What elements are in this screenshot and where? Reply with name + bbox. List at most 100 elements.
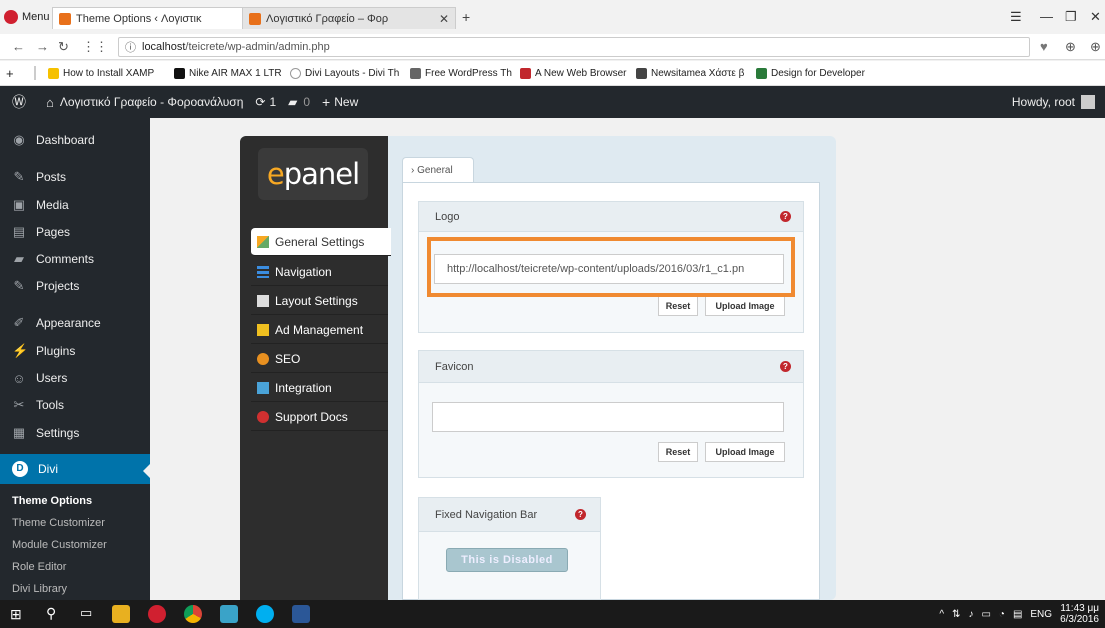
bookmark-item[interactable]: A New Web Browser — [520, 67, 628, 79]
epanel-nav-ad-management[interactable]: Ad Management — [251, 316, 388, 344]
close-tab-icon[interactable]: ✕ — [439, 12, 449, 26]
support-icon — [257, 410, 269, 423]
sidebar-item-posts[interactable]: ✎ Posts — [0, 163, 150, 191]
sidebar-item-pages[interactable]: ▤ Pages — [0, 218, 150, 246]
bookmark-item[interactable]: Design for Developer — [756, 67, 876, 79]
pin-icon: ✎ — [13, 278, 25, 293]
windows-start-icon[interactable]: ⊞ — [10, 606, 22, 623]
bookmarks-bar: + How to Install XAMP Nike AIR MAX 1 LTR… — [0, 61, 1105, 86]
bookmark-item[interactable]: Free WordPress Then — [410, 67, 512, 79]
clock[interactable]: 11:43 μμ 6/3/2016 — [1060, 603, 1099, 625]
sidebar-item-appearance[interactable]: ✐ Appearance — [0, 309, 150, 337]
sidebar-item-users[interactable]: ☺ Users — [0, 364, 150, 392]
submenu-theme-options[interactable]: Theme Options — [0, 490, 150, 512]
submenu-theme-customizer[interactable]: Theme Customizer — [0, 512, 150, 534]
download-icon[interactable]: ⊕ — [1065, 39, 1076, 55]
epanel-nav-navigation[interactable]: Navigation — [251, 258, 388, 286]
submenu-module-customizer[interactable]: Module Customizer — [0, 534, 150, 556]
new-tab-button[interactable]: + — [462, 9, 470, 25]
tools-icon — [257, 235, 269, 248]
clock-date: 6/3/2016 — [1060, 614, 1099, 625]
wordpress-logo-icon[interactable]: Ⓦ — [12, 92, 26, 112]
epanel-nav-general-settings[interactable]: General Settings — [251, 228, 391, 256]
sidebar-item-tools[interactable]: ✂ Tools — [0, 391, 150, 419]
site-info-icon[interactable]: ⓘ — [125, 39, 136, 55]
howdy-user-link[interactable]: Howdy, root — [1012, 95, 1075, 109]
sidebar-item-plugins[interactable]: ⚡ Plugins — [0, 337, 150, 365]
logo-reset-button[interactable]: Reset — [658, 296, 698, 316]
wrench-icon: ✂ — [13, 397, 25, 412]
back-icon[interactable]: ← — [12, 39, 25, 54]
extension-icon[interactable]: ⊕ — [1090, 39, 1101, 55]
browser-menu-button[interactable]: Menu — [4, 8, 50, 26]
fixed-nav-toggle-button[interactable]: This is Disabled — [446, 548, 568, 572]
sidebar-item-comments[interactable]: ▰ Comments — [0, 245, 150, 273]
close-window-icon[interactable]: ✕ — [1090, 9, 1101, 25]
sidebar-item-dashboard[interactable]: ◉ Dashboard — [0, 126, 150, 154]
notification-icon[interactable]: ▤ — [1013, 609, 1022, 620]
submenu-role-editor[interactable]: Role Editor — [0, 556, 150, 578]
logo-upload-button[interactable]: Upload Image — [705, 296, 785, 316]
home-icon[interactable]: ⌂ — [46, 95, 54, 110]
chevron-up-icon[interactable]: ^ — [939, 609, 944, 620]
forward-icon[interactable]: → — [36, 39, 49, 54]
sidebar-item-divi[interactable]: D Divi — [0, 454, 150, 484]
chrome-icon[interactable] — [184, 605, 202, 623]
speed-dial-icon[interactable]: ⋮⋮ — [82, 39, 108, 55]
site-name-link[interactable]: Λογιστικό Γραφείο - Φοροανάλυση — [60, 95, 244, 109]
maximize-icon[interactable]: ❐ — [1065, 9, 1077, 25]
battery-icon[interactable]: ▭ — [981, 609, 990, 620]
bookmark-item[interactable]: Newsitamea Χάστε β — [636, 67, 748, 79]
epanel-nav-seo[interactable]: SEO — [251, 345, 388, 373]
minimize-icon[interactable]: — — [1040, 9, 1053, 24]
favicon-url-input[interactable] — [432, 402, 784, 432]
opera-icon[interactable] — [148, 605, 166, 623]
epanel-logo: e panel — [258, 148, 368, 200]
new-content-link[interactable]: New — [334, 95, 358, 109]
favicon-reset-button[interactable]: Reset — [658, 442, 698, 462]
plus-icon[interactable]: + — [322, 94, 330, 110]
tab-site[interactable]: Λογιστικό Γραφείο – Φορ ✕ — [242, 7, 456, 29]
media-icon: ▣ — [12, 197, 26, 212]
brush-icon: ✐ — [13, 315, 25, 330]
comments-icon[interactable]: ▰ — [288, 95, 297, 109]
bookmark-item[interactable]: Nike AIR MAX 1 LTR — [174, 67, 282, 79]
sidebar-item-settings[interactable]: ▦ Settings — [0, 419, 150, 447]
help-icon[interactable]: ? — [780, 211, 791, 222]
layout-icon — [257, 294, 269, 307]
help-icon[interactable]: ? — [780, 361, 791, 372]
network-icon[interactable]: ⇅ — [952, 609, 960, 620]
system-tray: ^ ⇅ ♪ ▭ ◔ ▤ ENG 11:43 μμ 6/3/2016 — [939, 603, 1099, 625]
epanel-nav-support-docs[interactable]: Support Docs — [251, 403, 388, 431]
wp-admin-bar: Ⓦ ⌂ Λογιστικό Γραφείο - Φοροανάλυση ⟳ 1 … — [0, 86, 1105, 118]
volume-icon[interactable]: ♪ — [968, 609, 973, 620]
submenu-divi-library[interactable]: Divi Library — [0, 578, 150, 600]
updates-icon[interactable]: ⟳ — [255, 95, 265, 109]
sidebar-item-media[interactable]: ▣ Media — [0, 191, 150, 219]
epanel-nav-layout-settings[interactable]: Layout Settings — [251, 287, 388, 315]
tab-theme-options[interactable]: Theme Options ‹ Λογιστικ ✕ — [52, 7, 262, 29]
tab-general[interactable]: › General — [402, 157, 474, 183]
add-bookmark-icon[interactable]: + — [6, 66, 20, 81]
reload-icon[interactable]: ↻ — [58, 39, 69, 55]
task-view-icon[interactable]: ▭ — [80, 605, 92, 621]
tab-menu-icon[interactable]: ☰ — [1010, 9, 1022, 25]
url-field[interactable]: ⓘ localhost/teicrete/wp-admin/admin.php — [118, 37, 1030, 57]
search-icon[interactable]: ⚲ — [46, 605, 56, 622]
file-explorer-icon[interactable] — [112, 605, 130, 623]
admin-sidebar: ◉ Dashboard ✎ Posts ▣ Media ▤ Pages ▰ Comment… — [0, 118, 150, 600]
avatar[interactable] — [1081, 95, 1095, 109]
help-icon[interactable]: ? — [575, 509, 586, 520]
bookmark-item[interactable]: Divi Layouts - Divi Th — [290, 67, 402, 79]
favicon-upload-button[interactable]: Upload Image — [705, 442, 785, 462]
language-indicator[interactable]: ENG — [1030, 609, 1052, 620]
epanel-nav-integration[interactable]: Integration — [251, 374, 388, 402]
bookmark-item[interactable]: How to Install XAMP — [48, 67, 166, 79]
app-icon[interactable] — [220, 605, 238, 623]
heart-icon[interactable]: ♥ — [1040, 39, 1048, 54]
word-icon[interactable] — [292, 605, 310, 623]
opera-logo-icon — [4, 10, 18, 24]
skype-icon[interactable] — [256, 605, 274, 623]
wifi-icon[interactable]: ◔ — [999, 609, 1005, 620]
sidebar-item-projects[interactable]: ✎ Projects — [0, 272, 150, 300]
